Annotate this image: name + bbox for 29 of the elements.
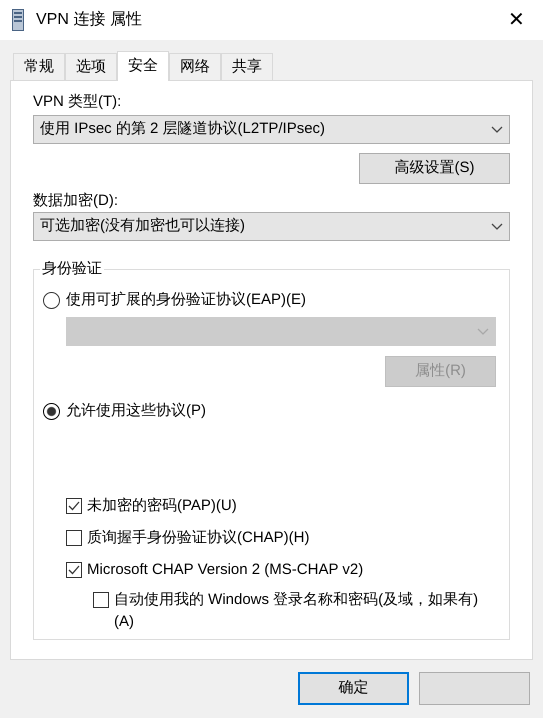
checkbox-label: Microsoft CHAP Version 2 (MS-CHAP v2) (87, 560, 364, 580)
field-label: VPN 类型(T): (33, 92, 122, 112)
dropdown[interactable]: 使用 IPsec 的第 2 层隧道协议(L2TP/IPsec) (33, 115, 510, 144)
radio-label: 允许使用这些协议(P) (66, 400, 206, 421)
checkbox-label: 未加密的密码(PAP)(U) (87, 496, 237, 516)
ok-button[interactable]: 确定 (298, 672, 409, 705)
close-button[interactable]: ✕ (500, 5, 533, 35)
dropdown[interactable]: 可选加密(没有加密也可以连接) (33, 212, 510, 241)
tab[interactable]: 选项 (65, 53, 117, 80)
checkbox-label: 自动使用我的 Windows 登录名称和密码(及域，如果有)(A) (114, 590, 480, 632)
tab[interactable]: 安全 (117, 51, 169, 81)
checkbox[interactable] (66, 498, 82, 514)
checkbox[interactable] (93, 592, 109, 608)
checkbox[interactable] (66, 562, 82, 578)
checkbox-label: 质询握手身份验证协议(CHAP)(H) (87, 528, 310, 548)
radio-label: 使用可扩展的身份验证协议(EAP)(E) (66, 290, 306, 310)
chevron-icon (491, 126, 503, 134)
chevron-icon (491, 222, 503, 230)
field-label: 数据加密(D): (33, 191, 119, 211)
tab[interactable]: 共享 (221, 53, 273, 80)
tab[interactable]: 网络 (169, 53, 221, 80)
button[interactable]: 高级设置(S) (359, 153, 510, 184)
window-title: VPN 连接 属性 (36, 10, 142, 30)
tab[interactable]: 常规 (13, 53, 65, 80)
checkbox[interactable] (66, 530, 82, 546)
app-icon (12, 9, 24, 31)
radio-button[interactable] (43, 402, 60, 420)
chevron-icon (477, 328, 489, 336)
radio-button[interactable] (43, 292, 60, 308)
